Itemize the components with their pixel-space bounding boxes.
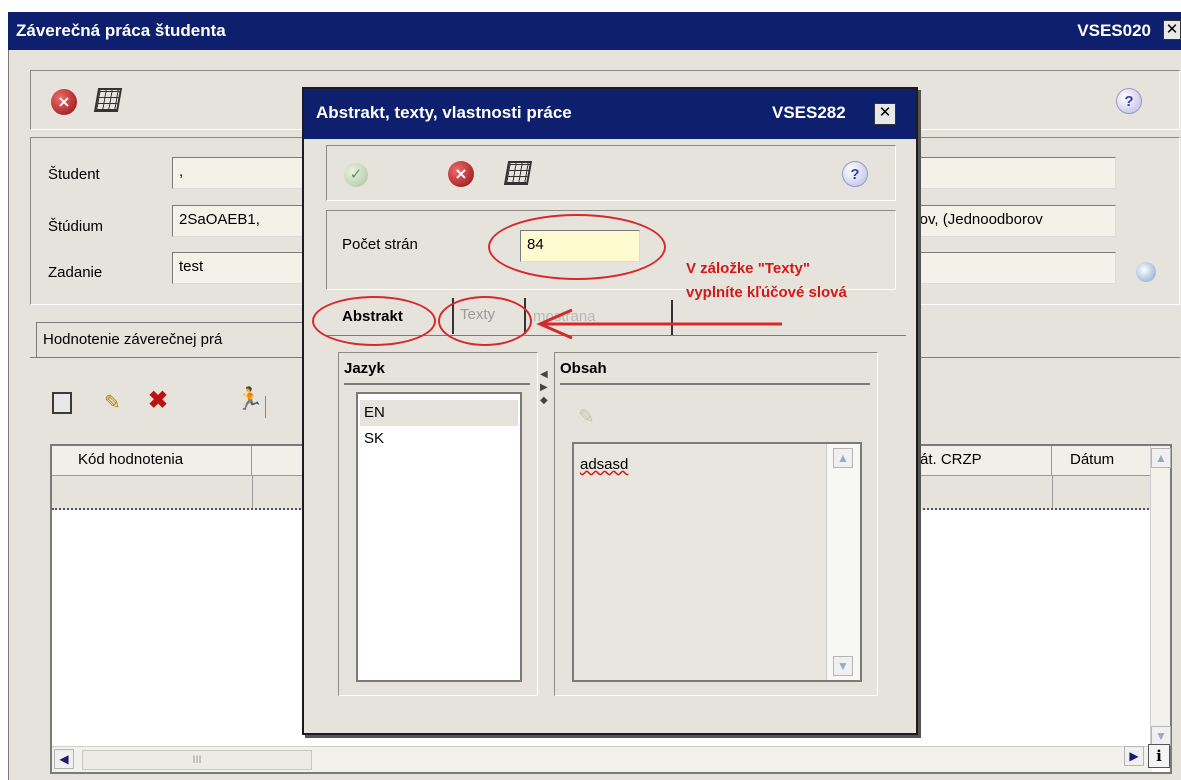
pocet-label: Počet strán	[342, 236, 418, 253]
tab-hodnotenie[interactable]: Hodnotenie záverečnej prá	[36, 322, 306, 358]
dialog-toolbar	[326, 145, 896, 201]
obsah-scroll-down-icon[interactable]: ▼	[833, 656, 853, 676]
dialog-grid-icon[interactable]	[503, 161, 533, 185]
dialog-close-button[interactable]: ✕	[874, 103, 896, 125]
student-field[interactable]: ,	[172, 157, 312, 189]
scroll-thumb[interactable]: III	[82, 750, 312, 770]
student-field-right[interactable]	[906, 157, 1116, 189]
col-crzp[interactable]: át. CRZP	[912, 446, 1052, 476]
obsah-edit-icon[interactable]: ✎	[578, 404, 595, 429]
annotation-text-line1: V záložke "Texty"	[686, 260, 810, 277]
obsah-header-rule	[560, 383, 870, 385]
dialog-titlebar: Abstrakt, texty, vlastnosti práce VSES28…	[304, 89, 916, 139]
toolbar-separator	[265, 396, 266, 418]
edit-icon[interactable]: ✎	[104, 390, 121, 415]
annotation-circle-abstrakt	[312, 296, 436, 346]
row-divider	[252, 476, 253, 508]
list-item-en[interactable]: EN	[360, 400, 518, 426]
obsah-scroll-up-icon[interactable]: ▲	[833, 448, 853, 468]
col-datum-label: Dátum	[1070, 451, 1115, 468]
col-kod-label: Kód hodnotenia	[78, 451, 184, 468]
list-item-sk[interactable]: SK	[360, 428, 518, 450]
jazyk-header-rule	[344, 383, 530, 385]
grid-icon[interactable]	[93, 88, 123, 112]
obsah-header: Obsah	[560, 360, 607, 377]
delete-icon[interactable]: ✖	[148, 386, 168, 415]
annotation-text-line2: vyplníte kľúčové slová	[686, 284, 847, 301]
studium-field[interactable]: 2SaOAEB1,	[172, 205, 312, 237]
table-scrollbar-horizontal[interactable]: ◀ III	[52, 746, 1152, 772]
dialog-code: VSES282	[772, 103, 846, 122]
dialog-title: Abstrakt, texty, vlastnosti práce	[316, 103, 572, 122]
main-titlebar: Záverečná práca študenta VSES020	[8, 12, 1181, 50]
main-close-button[interactable]: ✕	[1163, 20, 1181, 40]
studium-label: Štúdium	[48, 218, 104, 235]
obsah-text: adsasd	[580, 456, 629, 473]
info-button[interactable]: i	[1148, 744, 1170, 768]
dialog-cancel-icon[interactable]: ×	[448, 161, 474, 187]
scroll-right-icon[interactable]: ▶	[1124, 746, 1144, 766]
table-scrollbar-vertical[interactable]: ▲ ▼	[1150, 446, 1171, 746]
tab-third[interactable]: mostrana	[527, 300, 673, 336]
language-list[interactable]: EN SK	[356, 392, 522, 682]
scroll-up-icon[interactable]: ▲	[1151, 448, 1171, 468]
scroll-down-icon[interactable]: ▼	[1151, 726, 1171, 746]
zadanie-label: Zadanie	[48, 264, 103, 281]
main-window-code: VSES020	[1077, 21, 1151, 40]
zadanie-field[interactable]: test	[172, 252, 312, 284]
annotation-circle-pocet	[488, 214, 666, 280]
col-datum[interactable]: Dátum	[1052, 446, 1152, 476]
annotation-circle-texty	[438, 296, 532, 346]
student-label: Študent	[48, 166, 100, 183]
col-crzp-label: át. CRZP	[920, 451, 982, 468]
help-icon[interactable]: ?	[1116, 88, 1142, 114]
lookup-icon[interactable]	[1136, 262, 1156, 282]
col-kod-hodnotenia[interactable]: Kód hodnotenia	[52, 446, 252, 476]
confirm-icon[interactable]: ✓	[344, 163, 368, 187]
zadanie-field-right[interactable]	[906, 252, 1116, 284]
splitter-arrows[interactable]: ◀ ▶ ◆	[540, 368, 548, 407]
row-divider	[1052, 476, 1053, 508]
dialog-help-icon[interactable]: ?	[842, 161, 868, 187]
scroll-left-icon[interactable]: ◀	[54, 749, 74, 769]
obsah-textarea[interactable]: adsasd ▲ ▼	[572, 442, 862, 682]
add-record-icon[interactable]	[52, 392, 72, 414]
main-title: Záverečná práca študenta	[16, 21, 226, 40]
cancel-icon[interactable]: ×	[51, 89, 77, 115]
studium-field-right[interactable]: ilov, (Jednoodborov	[906, 205, 1116, 237]
obsah-scrollbar[interactable]: ▲ ▼	[826, 444, 860, 680]
jazyk-header: Jazyk	[344, 360, 385, 377]
run-icon[interactable]: 🏃	[236, 386, 263, 412]
